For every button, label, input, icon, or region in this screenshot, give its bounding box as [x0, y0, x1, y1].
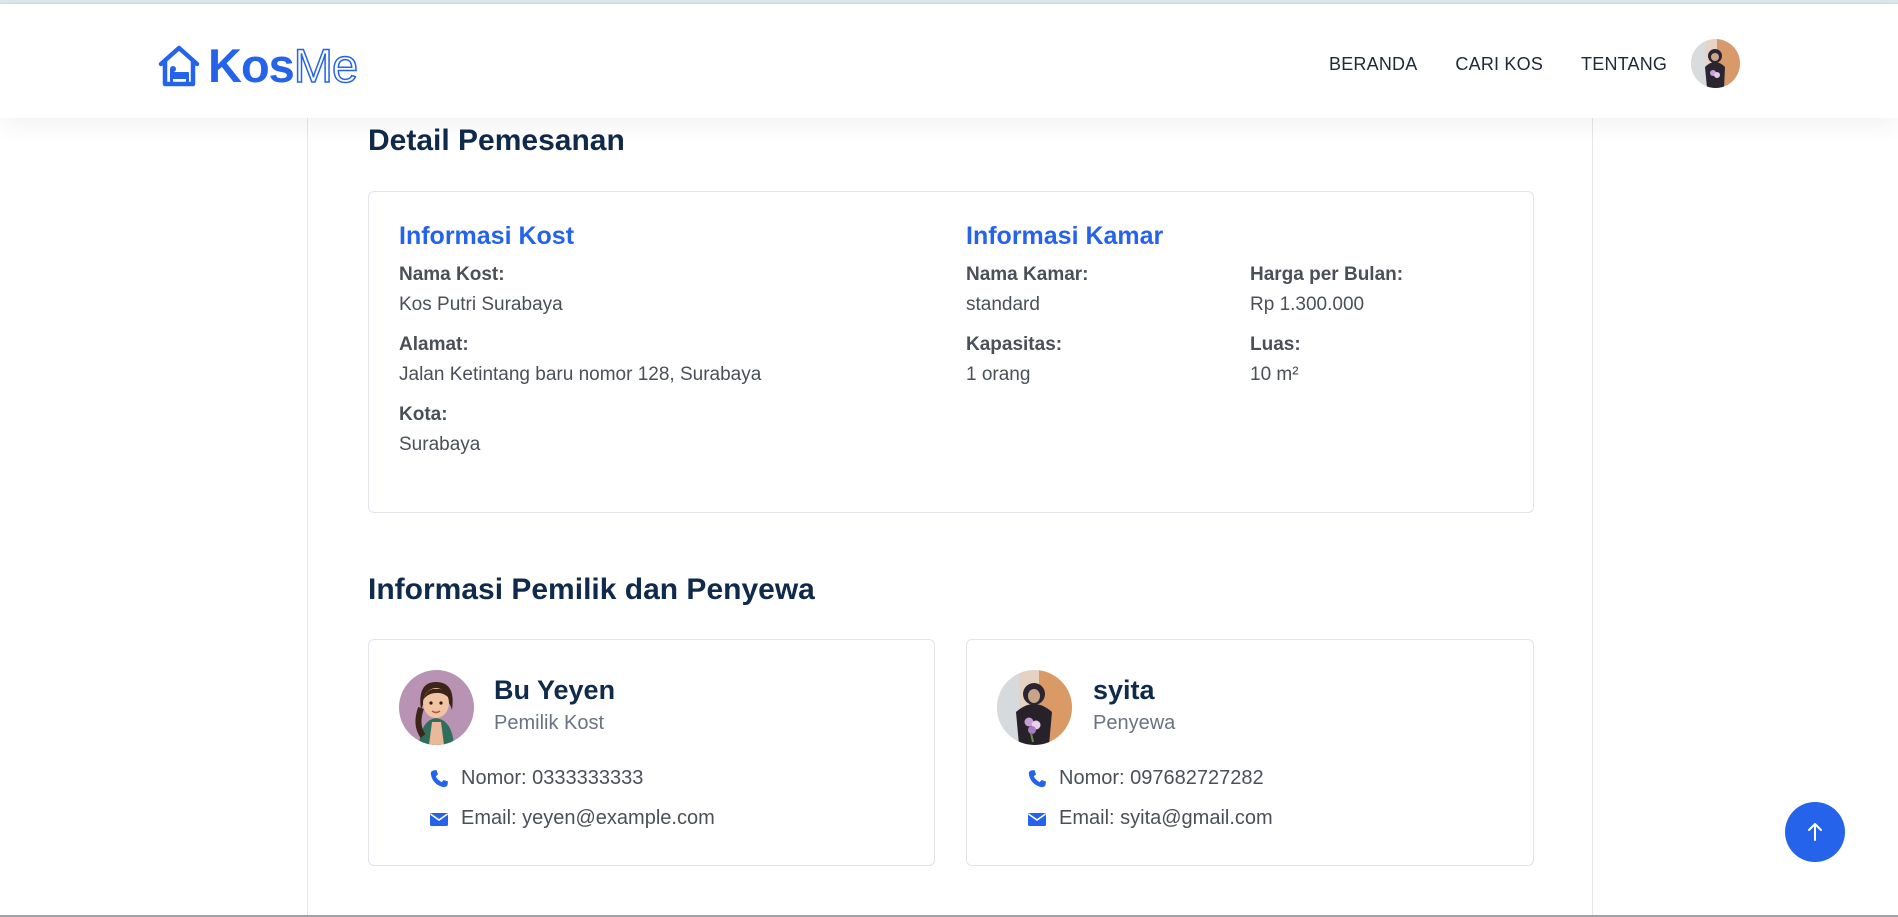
tenant-name: syita [1093, 675, 1155, 705]
room-area-value: 10 m² [1250, 364, 1299, 385]
envelope-icon [1028, 812, 1046, 826]
room-capacity-label: Kapasitas: [966, 334, 1063, 355]
nav-link-tentang[interactable]: TENTANG [1581, 54, 1667, 75]
brand-name-part1: Kos [208, 39, 295, 92]
nav-menu: BERANDA CARI KOS TENTANG [1329, 54, 1705, 75]
tenant-avatar [997, 670, 1072, 745]
room-capacity-value: 1 orang [966, 364, 1031, 385]
owner-avatar-image [399, 670, 474, 745]
booking-detail-title: Detail Pemesanan [368, 124, 625, 157]
navbar: KosMe BERANDA CARI KOS TENTANG [0, 4, 1898, 118]
content-panel: Detail Pemesanan Informasi Kost Nama Kos… [307, 118, 1593, 917]
kost-name-label: Nama Kost: [399, 264, 505, 285]
owner-email-text: Email: yeyen@example.com [461, 807, 715, 829]
phone-icon [1028, 769, 1046, 787]
room-name-label: Nama Kamar: [966, 264, 1089, 285]
nav-link-beranda[interactable]: BERANDA [1329, 54, 1417, 75]
arrow-up-icon [1808, 823, 1822, 841]
brand-logo[interactable]: KosMe [158, 39, 359, 92]
kost-address-label: Alamat: [399, 334, 469, 355]
tenant-email: Email: syita@gmail.com [1027, 807, 1273, 830]
kost-info-heading: Informasi Kost [399, 222, 575, 250]
phone-icon [430, 769, 448, 787]
house-bed-icon [158, 45, 200, 87]
tenant-role: Penyewa [1093, 712, 1176, 734]
tenant-phone-text: Nomor: 097682727282 [1059, 767, 1264, 789]
booking-detail-card: Informasi Kost Nama Kost: Kos Putri Sura… [368, 191, 1534, 513]
owner-phone-text: Nomor: 0333333333 [461, 767, 644, 789]
owner-phone: Nomor: 0333333333 [429, 767, 643, 790]
owner-role: Pemilik Kost [494, 712, 605, 734]
room-info-heading: Informasi Kamar [966, 222, 1164, 250]
tenant-avatar-image [997, 670, 1072, 745]
nav-link-cari-kos[interactable]: CARI KOS [1455, 54, 1543, 75]
user-avatar[interactable] [1691, 39, 1740, 88]
kost-address-value: Jalan Ketintang baru nomor 128, Surabaya [399, 364, 762, 385]
owner-card: Bu Yeyen Pemilik Kost Nomor: 0333333333 … [368, 639, 935, 866]
room-price-label: Harga per Bulan: [1250, 264, 1404, 285]
kost-city-value: Surabaya [399, 434, 481, 455]
owner-email: Email: yeyen@example.com [429, 807, 715, 830]
envelope-icon [430, 812, 448, 826]
room-name-value: standard [966, 294, 1040, 315]
tenant-phone: Nomor: 097682727282 [1027, 767, 1264, 790]
owner-name: Bu Yeyen [494, 675, 616, 705]
owner-avatar [399, 670, 474, 745]
scroll-to-top-button[interactable] [1785, 802, 1845, 862]
kost-name-value: Kos Putri Surabaya [399, 294, 563, 315]
room-area-label: Luas: [1250, 334, 1301, 355]
kost-city-label: Kota: [399, 404, 448, 425]
tenant-email-text: Email: syita@gmail.com [1059, 807, 1273, 829]
brand-name-part2: Me [293, 39, 359, 92]
people-info-title: Informasi Pemilik dan Penyewa [368, 573, 815, 606]
room-price-value: Rp 1.300.000 [1250, 294, 1365, 315]
tenant-card: syita Penyewa Nomor: 097682727282 Email:… [966, 639, 1534, 866]
user-avatar-image [1691, 39, 1740, 88]
brand-name: KosMe [208, 39, 359, 92]
